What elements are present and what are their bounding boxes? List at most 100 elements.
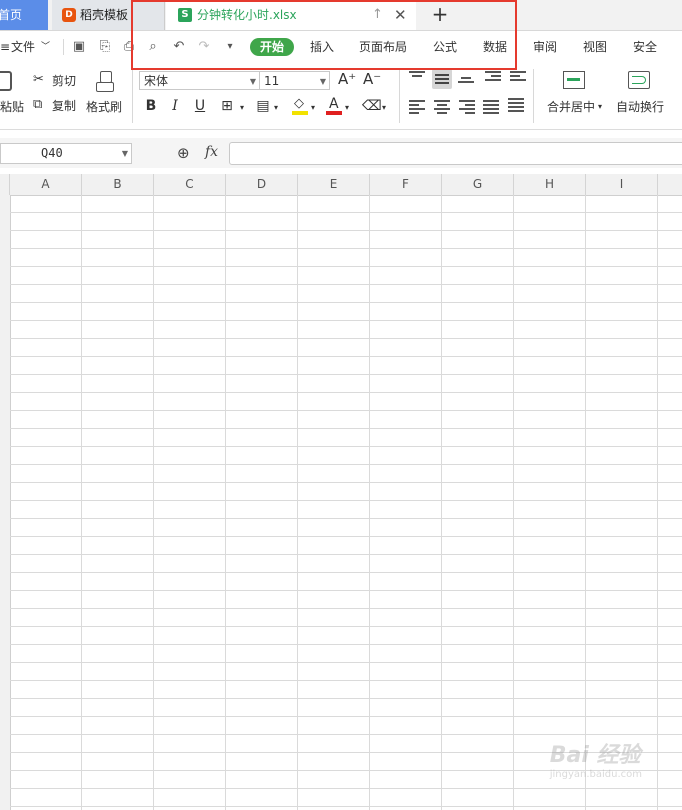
select-all-corner[interactable] — [0, 174, 10, 195]
italic-icon[interactable]: I — [166, 97, 184, 115]
font-name-value: 宋体 — [144, 74, 169, 88]
chevron-down-icon[interactable]: ▾ — [309, 99, 317, 117]
column-header[interactable]: I — [586, 174, 658, 195]
auto-wrap-icon[interactable] — [628, 71, 650, 89]
watermark: Bai 经验 jingyan.baidu.com — [550, 737, 642, 780]
align-bottom-icon[interactable] — [458, 73, 474, 87]
menu-page-layout[interactable]: 页面布局 — [359, 31, 407, 63]
copy-icon[interactable]: ⧉ — [33, 97, 42, 113]
font-name-select[interactable]: 宋体 ▼ — [139, 71, 260, 90]
menu-review[interactable]: 审阅 — [533, 31, 557, 63]
close-tab-icon[interactable]: ✕ — [394, 0, 407, 30]
chevron-down-icon[interactable]: ﹀ — [41, 31, 50, 63]
pin-arrow-icon[interactable]: ↑ — [372, 0, 383, 30]
chevron-down-icon[interactable]: ▾ — [343, 99, 351, 117]
borders-icon[interactable]: ⊞ — [218, 97, 236, 115]
menu-view[interactable]: 视图 — [583, 31, 607, 63]
more-dropdown-icon[interactable]: ▾ — [223, 40, 237, 54]
underline-icon[interactable]: U — [191, 97, 209, 115]
column-header[interactable]: A — [10, 174, 82, 195]
format-painter-button[interactable]: 格式刷 — [86, 99, 122, 115]
redo-icon[interactable]: ↷ — [197, 40, 211, 54]
align-middle-icon[interactable] — [432, 69, 452, 89]
chevron-down-icon[interactable]: ▾ — [380, 99, 388, 117]
watermark-sub: jingyan.baidu.com — [549, 769, 642, 780]
menu-start-active[interactable]: 开始 — [250, 38, 295, 56]
ribbon-toolbar: 粘贴 ✂ 剪切 ⧉ 复制 格式刷 宋体 ▼ 11 ▼ A⁺ A⁻ B I U ⊞… — [0, 63, 682, 130]
column-header[interactable]: C — [154, 174, 226, 195]
column-headers: A B C D E F G H I — [0, 174, 682, 196]
decrease-font-button[interactable]: A⁻ — [363, 71, 381, 87]
spreadsheet-file-icon: S — [178, 8, 192, 22]
save-icon[interactable]: ▣ — [72, 40, 86, 54]
tab-home[interactable]: 首页 — [0, 0, 48, 30]
cell-style-icon[interactable]: ▤ — [254, 97, 272, 115]
hamburger-icon[interactable]: ≡ — [0, 31, 10, 63]
justify-icon[interactable] — [483, 100, 499, 114]
auto-wrap-button[interactable]: 自动换行 — [616, 99, 664, 115]
decrease-indent-icon[interactable] — [485, 71, 501, 85]
copy-button[interactable]: 复制 — [52, 98, 76, 114]
tab-bar: 首页 D 稻壳模板 S 分钟转化小时.xlsx ↑ ✕ + — [0, 0, 682, 31]
cell-grid[interactable] — [10, 195, 682, 810]
font-size-value: 11 — [264, 74, 280, 88]
paste-label[interactable]: 粘贴 — [0, 99, 24, 115]
cell-reference: Q40 — [41, 146, 63, 160]
scissors-icon[interactable]: ✂ — [33, 72, 44, 88]
formula-input[interactable] — [229, 142, 682, 165]
column-header[interactable]: E — [298, 174, 370, 195]
font-size-select[interactable]: 11 ▼ — [259, 71, 330, 90]
tab-current-file[interactable]: S 分钟转化小时.xlsx ↑ ✕ — [166, 0, 416, 30]
divider — [63, 39, 64, 55]
chevron-down-icon[interactable]: ▾ — [598, 99, 602, 115]
menu-data[interactable]: 数据 — [483, 31, 507, 63]
font-color-icon[interactable]: A — [326, 96, 342, 115]
new-tab-button[interactable]: + — [428, 0, 452, 30]
tab-file-label: 分钟转化小时.xlsx — [197, 8, 297, 22]
column-header[interactable]: B — [82, 174, 154, 195]
divider — [132, 69, 133, 123]
menu-row: ≡ 文件 ﹀ ▣ ⎘ ⎙ ⌕ ↶ ↷ ▾ 开始 插入 页面布局 公式 数据 审阅… — [0, 31, 682, 63]
column-header[interactable]: H — [514, 174, 586, 195]
menu-insert[interactable]: 插入 — [310, 31, 334, 63]
align-top-icon[interactable] — [409, 71, 425, 85]
print-icon[interactable]: ⎙ — [122, 40, 136, 54]
daoke-logo-icon: D — [62, 8, 76, 22]
menu-security[interactable]: 安全 — [633, 31, 657, 63]
tab-template[interactable]: D 稻壳模板 — [52, 0, 165, 30]
paste-icon[interactable] — [0, 71, 12, 91]
fx-icon[interactable]: fx — [205, 144, 218, 160]
watermark-main: Bai 经验 — [549, 743, 641, 768]
column-header[interactable]: G — [442, 174, 514, 195]
format-painter-icon[interactable] — [96, 71, 114, 93]
chevron-down-icon: ▼ — [249, 77, 256, 86]
merge-center-icon[interactable] — [563, 71, 585, 89]
zoom-search-icon[interactable]: ⊕ — [177, 144, 190, 162]
eraser-icon[interactable]: ⌫ — [362, 97, 382, 115]
name-box[interactable]: Q40 ▼ — [0, 143, 132, 164]
column-header[interactable]: F — [370, 174, 442, 195]
chevron-down-icon[interactable]: ▾ — [272, 99, 280, 117]
divider — [533, 69, 534, 123]
export-icon[interactable]: ⎘ — [98, 40, 112, 54]
align-right-icon[interactable] — [459, 100, 475, 114]
menu-formulas[interactable]: 公式 — [433, 31, 457, 63]
align-center-icon[interactable] — [434, 100, 450, 114]
chevron-down-icon[interactable]: ▾ — [238, 99, 246, 117]
distribute-icon[interactable] — [508, 98, 524, 112]
bold-icon[interactable]: B — [142, 97, 160, 115]
chevron-down-icon: ▼ — [319, 77, 326, 86]
column-header[interactable] — [658, 174, 682, 195]
cut-button[interactable]: 剪切 — [52, 73, 76, 89]
undo-icon[interactable]: ↶ — [172, 40, 186, 54]
menu-file[interactable]: 文件 — [11, 31, 35, 63]
increase-font-button[interactable]: A⁺ — [338, 71, 356, 87]
divider — [399, 69, 400, 123]
chevron-down-icon: ▼ — [121, 149, 128, 158]
increase-indent-icon[interactable] — [510, 71, 526, 85]
merge-center-button[interactable]: 合并居中 — [547, 99, 595, 115]
column-header[interactable]: D — [226, 174, 298, 195]
print-preview-icon[interactable]: ⌕ — [146, 40, 160, 54]
fill-color-icon[interactable]: ◇ — [292, 96, 308, 115]
align-left-icon[interactable] — [409, 100, 425, 114]
